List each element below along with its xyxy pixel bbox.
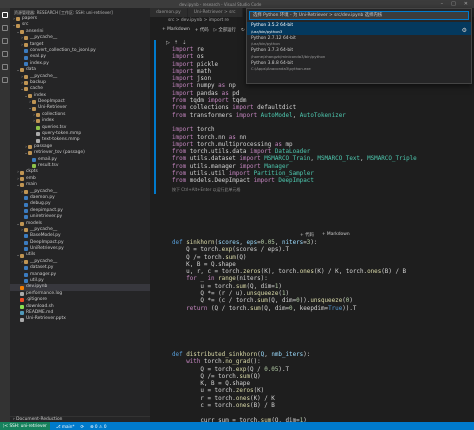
- activity-bar: [0, 8, 10, 422]
- folder-file-icon: [32, 100, 36, 105]
- sync-icon[interactable]: ⟳: [80, 424, 84, 429]
- remote-indicator[interactable]: ⟩< SSH: uni-retriever: [0, 422, 50, 430]
- kernel-option-path: /usr/bin/python3: [251, 28, 283, 34]
- py-file-icon: [24, 234, 28, 239]
- folder-file-icon: [20, 29, 24, 34]
- add-code-button[interactable]: + 代码: [195, 27, 209, 33]
- txt-file-icon: [20, 291, 24, 296]
- kernel-picker: 选择 Python 环境 - 为 Uni-Retriever > src/dev…: [246, 8, 472, 84]
- py-file-icon: [24, 208, 28, 213]
- sh-file-icon: [20, 304, 24, 309]
- explorer-sidebar: 资源管理器: RESEARCH [工作区: SSH: uni-retriever…: [10, 8, 150, 422]
- folder-file-icon: [24, 189, 28, 194]
- folder-file-icon: [20, 183, 24, 188]
- tree-item-label: Uni-Retriever.pptx: [26, 316, 66, 322]
- folder-file-icon: [24, 228, 28, 233]
- folder-file-icon: [24, 81, 28, 86]
- tsv-file-icon: [36, 125, 40, 130]
- folder-file-icon: [20, 221, 24, 226]
- execute-above-icon[interactable]: ⇡: [174, 40, 178, 47]
- problems-indicator[interactable]: ⊗ 0 ⚠ 0: [90, 424, 107, 429]
- code-editor[interactable]: def distributed_sinkhorn(Q, nmb_iters): …: [162, 352, 462, 425]
- remote-explorer-icon[interactable]: [2, 64, 8, 70]
- folder-file-icon: [24, 74, 28, 79]
- tree-item[interactable]: Uni-Retriever.pptx: [10, 316, 150, 322]
- folder-file-icon: [16, 17, 20, 22]
- kernel-option[interactable]: Python 2.7.12 64-bit/usr/bin/python: [247, 35, 471, 48]
- editor-tab[interactable]: Uni-Retriever > src: [187, 8, 243, 17]
- branch-indicator[interactable]: ⎇ main*: [56, 424, 75, 429]
- editor-tab[interactable]: daemon.py: [150, 8, 188, 17]
- close-icon[interactable]: ✕: [464, 1, 468, 7]
- folder-file-icon: [36, 113, 40, 118]
- status-bar: ⟩< SSH: uni-retriever ⎇ main* ⟳ ⊗ 0 ⚠ 0: [0, 422, 474, 430]
- insert-code-button[interactable]: + 代码: [300, 232, 314, 238]
- code-cell-sinkhorn[interactable]: def sinkhorn(scores, eps=0.05, niters=3)…: [162, 240, 462, 313]
- kernel-option[interactable]: Python 3.7.3 64-bit/home/zhangzk/minicon…: [247, 47, 471, 60]
- folder-file-icon: [24, 87, 28, 92]
- file-tree: › papers ⌄ src ⌄ anserini › __pycache__ › target c…: [10, 16, 150, 323]
- py-file-icon: [24, 279, 28, 284]
- py-file-icon: [24, 215, 28, 220]
- folder-file-icon: [24, 42, 28, 47]
- kernel-option-path: /home/zhangzk/miniconda3/bin/python: [251, 53, 326, 59]
- code-cell-distributed-sinkhorn[interactable]: def distributed_sinkhorn(Q, nmb_iters): …: [162, 352, 462, 425]
- folder-file-icon: [28, 93, 32, 98]
- nb-file-icon: [20, 285, 24, 290]
- insert-markdown-button[interactable]: + Markdown: [322, 232, 350, 238]
- cell-focus-indicator: [154, 40, 156, 194]
- kernel-option[interactable]: Python 3.5.2 64-bit/usr/bin/python3: [247, 22, 471, 35]
- search-icon[interactable]: [2, 25, 8, 31]
- folder-file-icon: [24, 260, 28, 265]
- folder-file-icon: [24, 36, 28, 41]
- source-control-icon[interactable]: [2, 38, 8, 44]
- git-file-icon: [20, 298, 24, 303]
- folder-file-icon: [20, 253, 24, 258]
- execute-below-icon[interactable]: ⇣: [182, 40, 186, 47]
- add-markdown-button[interactable]: + Markdown: [162, 27, 190, 32]
- folder-file-icon: [16, 23, 20, 28]
- py-file-icon: [24, 266, 28, 271]
- run-debug-icon[interactable]: [2, 51, 8, 57]
- folder-file-icon: [36, 119, 40, 124]
- tsv-file-icon: [32, 164, 36, 169]
- cell-hint: 按下 Ctrl+Alt+Enter 以运行此单元格: [172, 186, 241, 192]
- py-file-icon: [24, 202, 28, 207]
- kernel-option[interactable]: Python 3.8.8 64-bit C:\Apps\Anaconda3\pyt…: [247, 60, 471, 73]
- txt-file-icon: [20, 317, 24, 322]
- run-cell-icon[interactable]: ▷: [166, 40, 170, 47]
- kernel-option-path: /usr/bin/python: [251, 41, 280, 46]
- window-title: dev.ipynb - research - Visual Studio Cod…: [179, 1, 262, 7]
- title-bar: dev.ipynb - research - Visual Studio Cod…: [0, 0, 474, 8]
- txt-file-icon: [36, 138, 40, 143]
- folder-file-icon: [28, 145, 32, 149]
- folder-file-icon: [20, 176, 24, 181]
- gear-icon[interactable]: ⚙: [462, 27, 467, 34]
- py-file-icon: [24, 247, 28, 252]
- py-file-icon: [32, 157, 36, 162]
- py-file-icon: [24, 61, 28, 66]
- folder-file-icon: [20, 170, 24, 175]
- py-file-icon: [24, 272, 28, 277]
- py-file-icon: [24, 49, 28, 54]
- kernel-search-input[interactable]: 选择 Python 环境 - 为 Uni-Retriever > src/dev…: [249, 11, 469, 20]
- cell-insert-bar: + 代码 + Markdown: [300, 232, 350, 238]
- kernel-option-path: C:\Apps\Anaconda3\python.exe: [251, 66, 311, 71]
- explorer-header: 资源管理器: RESEARCH [工作区: SSH: uni-retriever…: [14, 10, 113, 15]
- minimize-icon[interactable]: –: [441, 1, 444, 7]
- py-file-icon: [24, 196, 28, 201]
- folder-file-icon: [20, 68, 24, 73]
- extensions-icon[interactable]: [2, 77, 8, 83]
- code-editor[interactable]: def sinkhorn(scores, eps=0.05, niters=3)…: [162, 240, 462, 313]
- explorer-icon[interactable]: [2, 12, 8, 18]
- folder-file-icon: [28, 151, 32, 156]
- md-file-icon: [20, 311, 24, 316]
- folder-file-icon: [32, 106, 36, 111]
- maximize-icon[interactable]: □: [451, 1, 456, 7]
- py-file-icon: [24, 55, 28, 60]
- tree-item-label: result.tsv: [38, 162, 59, 168]
- run-all-button[interactable]: ▷ 全部运行: [214, 27, 236, 33]
- py-file-icon: [24, 240, 28, 245]
- txt-file-icon: [36, 132, 40, 137]
